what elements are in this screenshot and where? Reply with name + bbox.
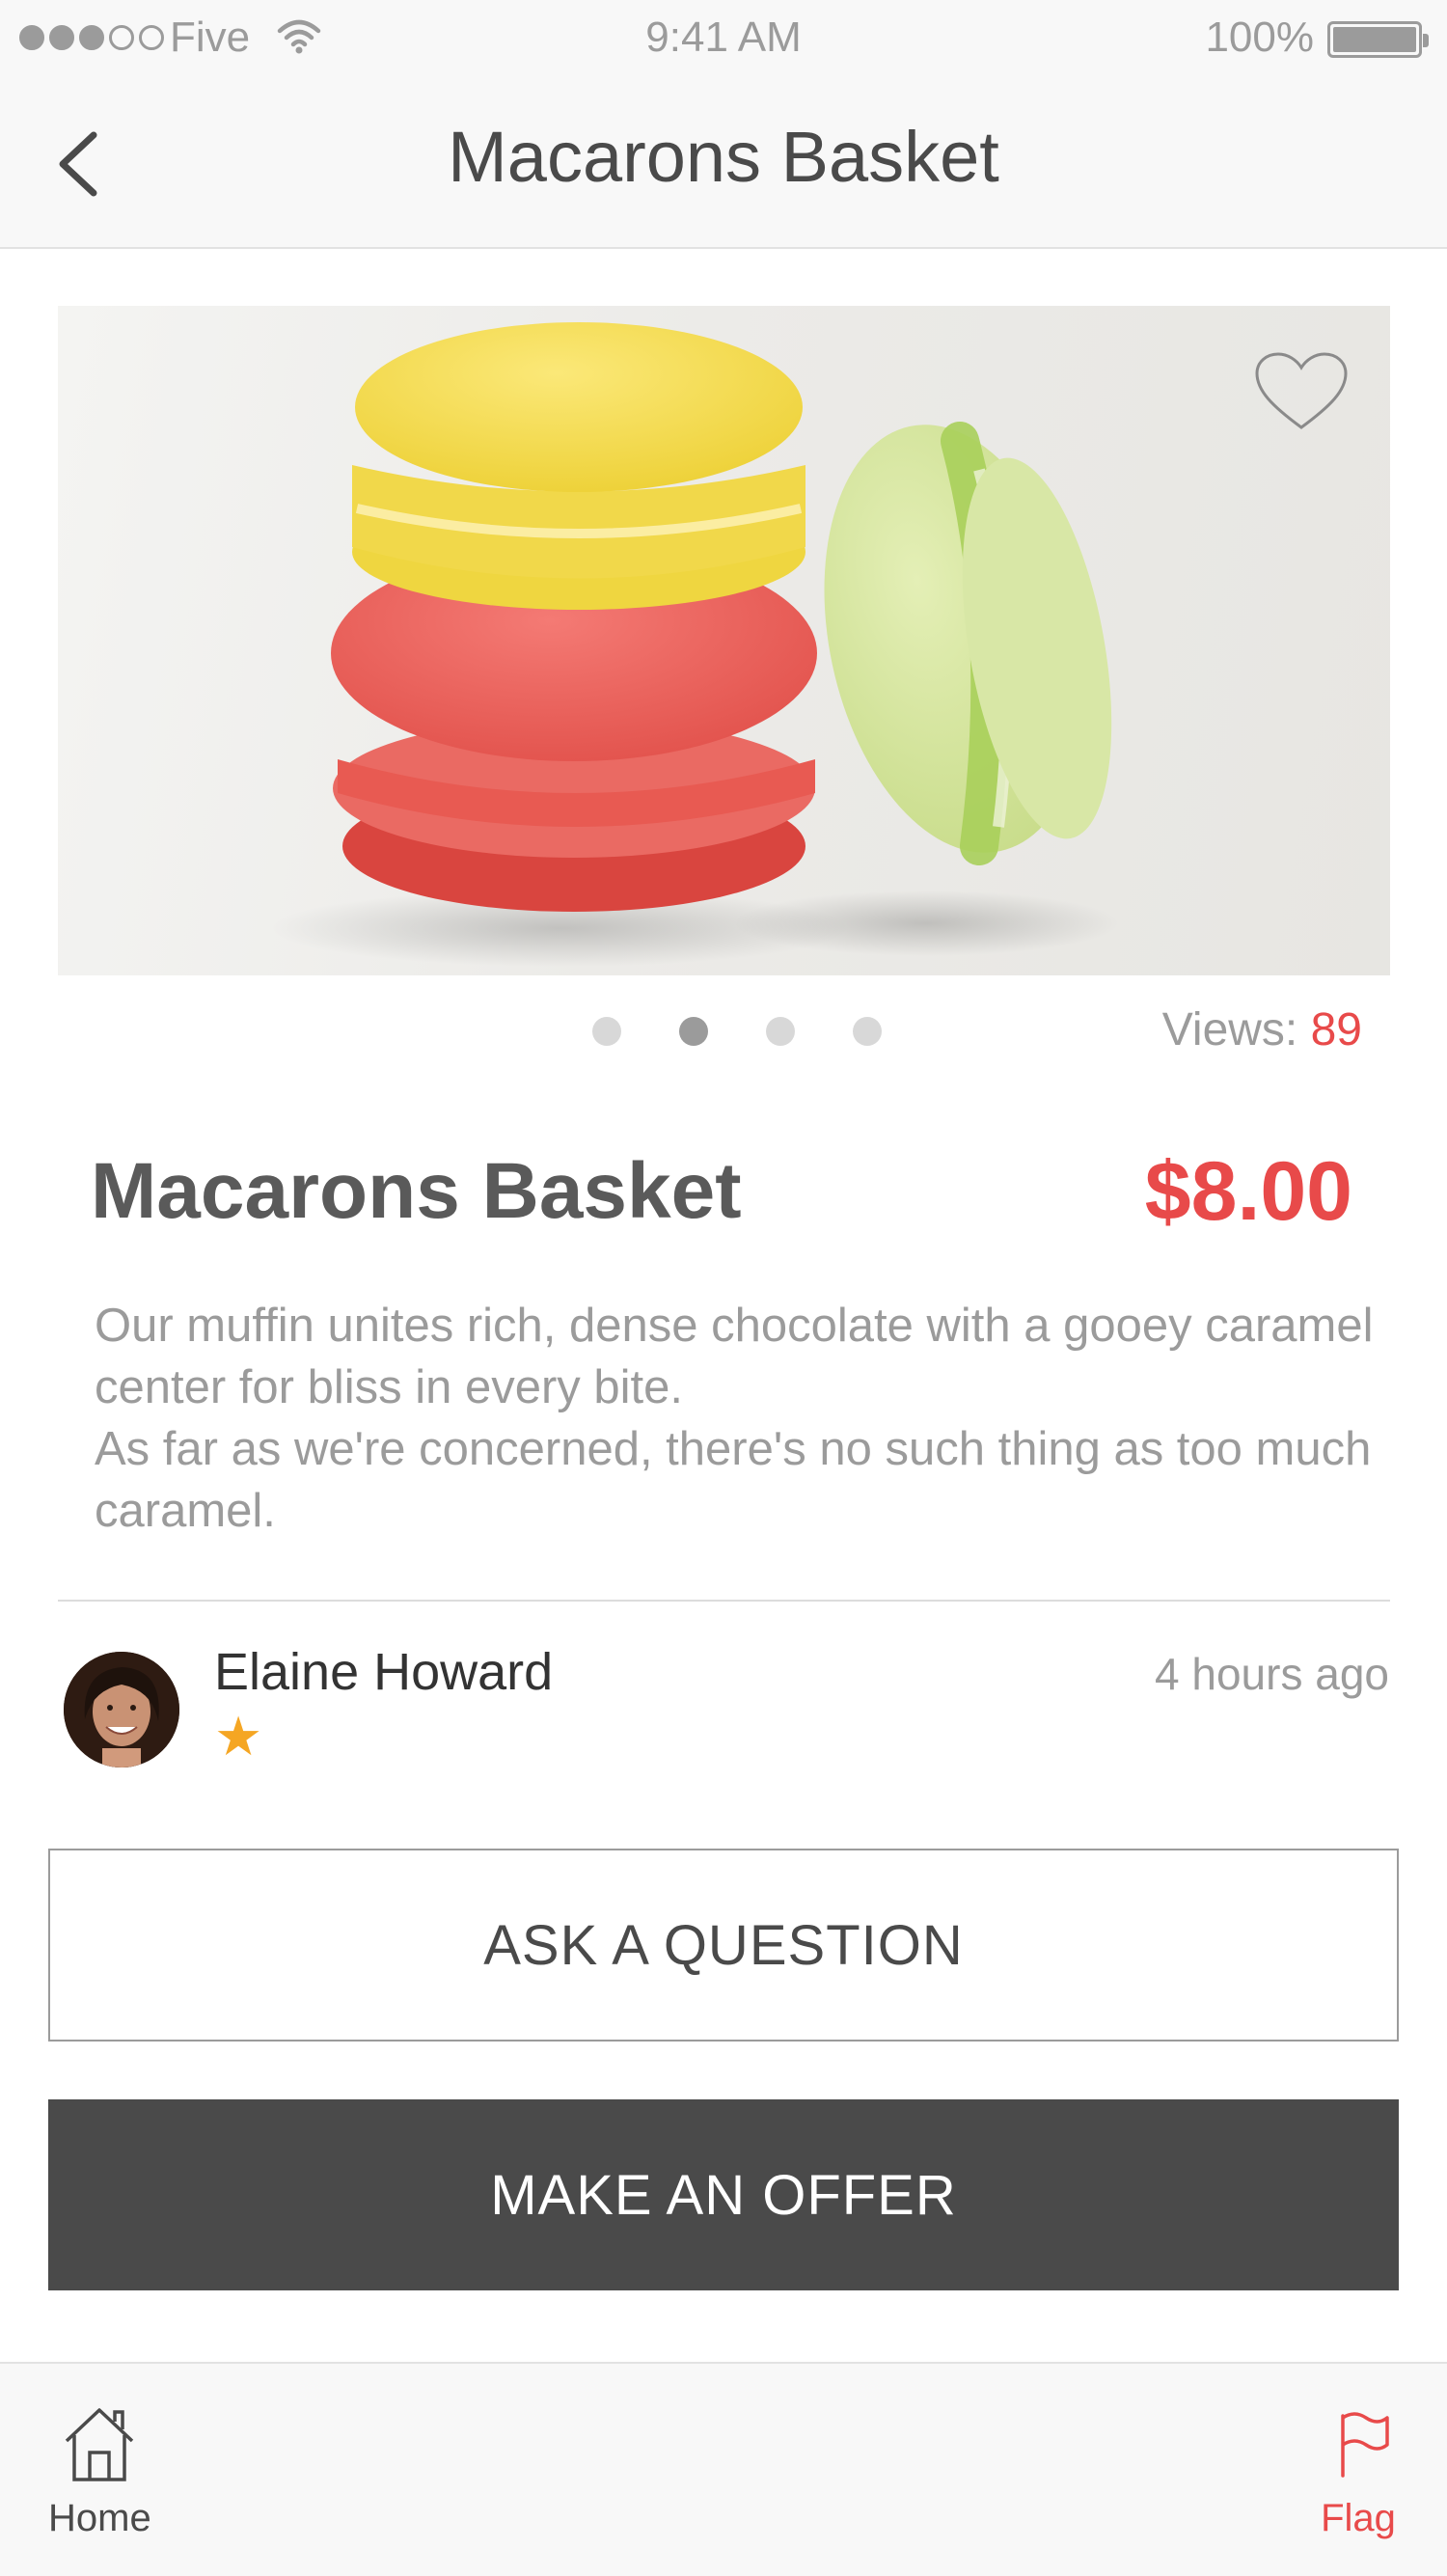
avatar[interactable] [64, 1652, 179, 1768]
product-image-carousel[interactable] [58, 306, 1390, 975]
description-line: As far as we're concerned, there's no su… [95, 1423, 1372, 1537]
product-price: $8.00 [1144, 1145, 1352, 1238]
macarons-photo [270, 322, 1119, 967]
product-title: Macarons Basket [91, 1147, 742, 1235]
carousel-pagination [592, 1017, 882, 1046]
views-label: Views: [1161, 1004, 1298, 1055]
divider [58, 1600, 1390, 1602]
page-dot[interactable] [766, 1017, 795, 1046]
seller-name[interactable]: Elaine Howard [214, 1642, 553, 1702]
flag-icon [1341, 2412, 1389, 2478]
heart-outline-icon[interactable] [1253, 350, 1350, 433]
status-bar: Five 9:41 AM 100% [0, 0, 1447, 77]
avatar-photo [64, 1652, 179, 1768]
tab-home-label: Home [48, 2497, 151, 2539]
product-description: Our muffin unites rich, dense chocolate … [95, 1295, 1378, 1542]
page-dot-active[interactable] [679, 1017, 708, 1046]
tab-flag-label: Flag [1321, 2497, 1396, 2539]
home-icon [66, 2408, 134, 2481]
tab-home[interactable]: Home [48, 2402, 151, 2540]
navigation-bar: Macarons Basket [0, 77, 1447, 249]
tab-flag[interactable]: Flag [1318, 2402, 1399, 2540]
posted-time: 4 hours ago [1155, 1649, 1389, 1699]
description-line: Our muffin unites rich, dense chocolate … [95, 1300, 1374, 1413]
rating-star-icon: ★ [214, 1706, 263, 1767]
page-dot[interactable] [853, 1017, 882, 1046]
tab-bar: Home Flag [0, 2362, 1447, 2576]
ask-question-button[interactable]: ASK A QUESTION [48, 1849, 1399, 2042]
views-count: 89 [1310, 1004, 1362, 1055]
battery-percentage: 100% [1205, 14, 1314, 61]
views-counter: Views: 89 [1162, 1003, 1362, 1056]
page-dot[interactable] [592, 1017, 621, 1046]
battery-icon [1327, 21, 1429, 58]
make-offer-button[interactable]: MAKE AN OFFER [48, 2099, 1399, 2290]
page-title: Macarons Basket [448, 117, 999, 197]
